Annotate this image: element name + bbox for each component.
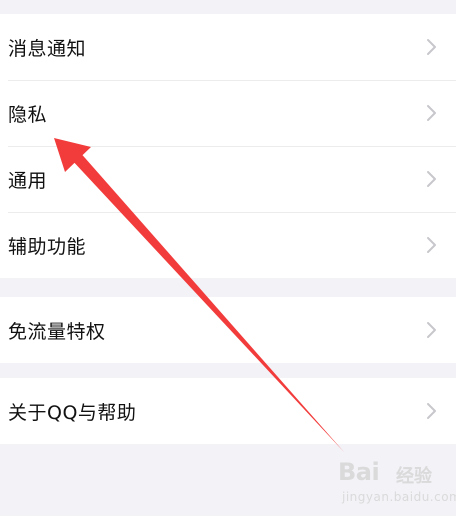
settings-item-label: 通用 <box>8 169 48 192</box>
chevron-right-icon <box>426 236 438 254</box>
chevron-right-icon <box>426 170 438 188</box>
settings-item-label: 消息通知 <box>8 37 87 60</box>
watermark-brand-cn: 经验 <box>396 466 432 487</box>
settings-group-data: 免流量特权 <box>0 297 456 363</box>
chevron-right-icon <box>426 321 438 339</box>
chevron-right-icon <box>426 38 438 56</box>
settings-item-privacy[interactable]: 隐私 <box>0 80 456 146</box>
settings-item-notifications[interactable]: 消息通知 <box>0 14 456 80</box>
settings-item-label: 隐私 <box>8 103 48 126</box>
chevron-right-icon <box>426 402 438 420</box>
settings-item-label: 免流量特权 <box>8 320 106 343</box>
baidu-jingyan-watermark: Bai 经验 jingyan.baidu.com <box>336 458 456 514</box>
settings-item-label: 辅助功能 <box>8 235 87 258</box>
settings-item-free-data[interactable]: 免流量特权 <box>0 297 456 363</box>
settings-group-about: 关于QQ与帮助 <box>0 378 456 444</box>
settings-item-general[interactable]: 通用 <box>0 146 456 212</box>
settings-item-label: 关于QQ与帮助 <box>8 401 137 424</box>
settings-item-accessibility[interactable]: 辅助功能 <box>0 212 456 278</box>
watermark-url: jingyan.baidu.com <box>342 490 456 504</box>
settings-item-about-help[interactable]: 关于QQ与帮助 <box>0 378 456 444</box>
settings-group-main: 消息通知 隐私 通用 辅助功能 <box>0 14 456 278</box>
chevron-right-icon <box>426 104 438 122</box>
watermark-brand: Bai <box>338 458 380 486</box>
